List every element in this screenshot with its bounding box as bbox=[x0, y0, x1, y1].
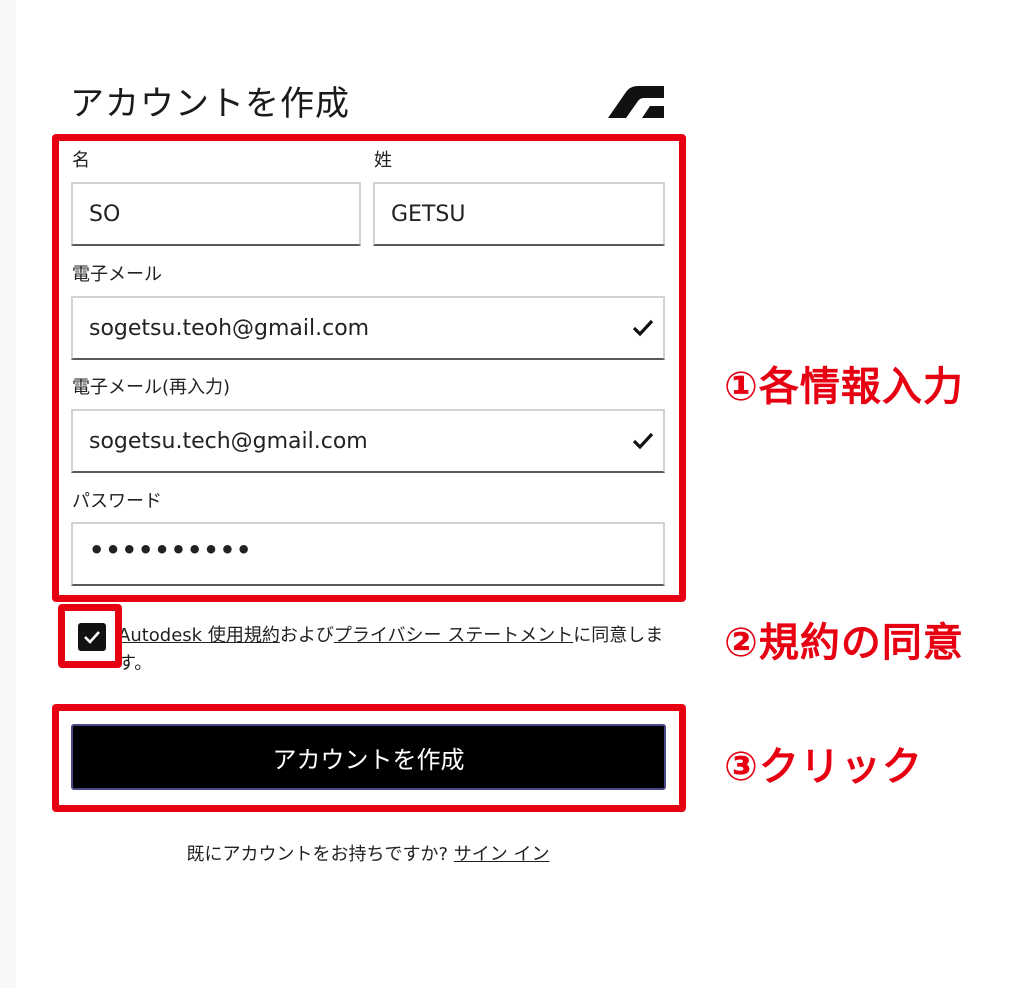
terms-agreement-text: Autodesk 使用規約およびプライバシー ステートメントに同意します。 bbox=[118, 622, 668, 678]
terms-of-use-link[interactable]: Autodesk 使用規約 bbox=[118, 625, 280, 646]
annotation-step3: ③クリック bbox=[724, 744, 923, 790]
terms-and-text: および bbox=[279, 625, 334, 646]
autodesk-logo-icon bbox=[608, 86, 664, 118]
highlight-form-fields bbox=[52, 134, 686, 602]
annotation-step1: ①各情報入力 bbox=[724, 364, 964, 410]
signin-prompt-text: 既にアカウントをお持ちですか? bbox=[186, 844, 454, 865]
signin-prompt: 既にアカウントをお持ちですか? サイン イン bbox=[0, 840, 736, 866]
page-title: アカウントを作成 bbox=[70, 84, 350, 124]
signin-link[interactable]: サイン イン bbox=[454, 844, 550, 865]
annotation-step2: ②規約の同意 bbox=[724, 620, 964, 666]
highlight-checkbox bbox=[58, 604, 122, 668]
privacy-statement-link[interactable]: プライバシー ステートメント bbox=[334, 625, 573, 646]
highlight-submit-button bbox=[52, 704, 686, 812]
